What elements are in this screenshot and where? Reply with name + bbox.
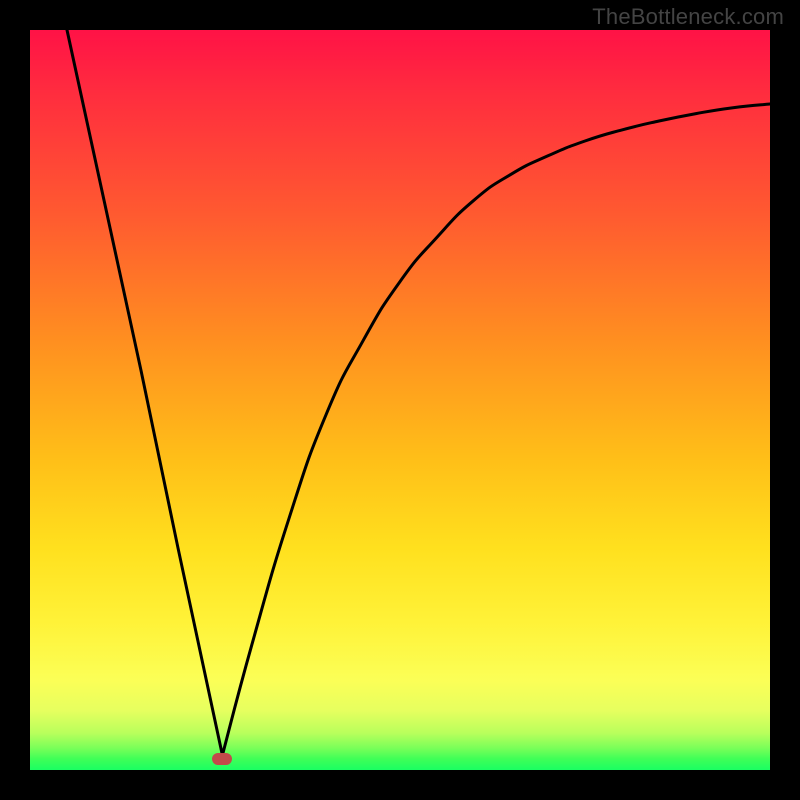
chart-svg [30,30,770,770]
chart-frame: TheBottleneck.com [0,0,800,800]
watermark-text: TheBottleneck.com [592,4,784,30]
right-branch-line [222,104,770,755]
left-branch-line [67,30,222,755]
plot-area [30,30,770,770]
minimum-marker [212,753,232,765]
